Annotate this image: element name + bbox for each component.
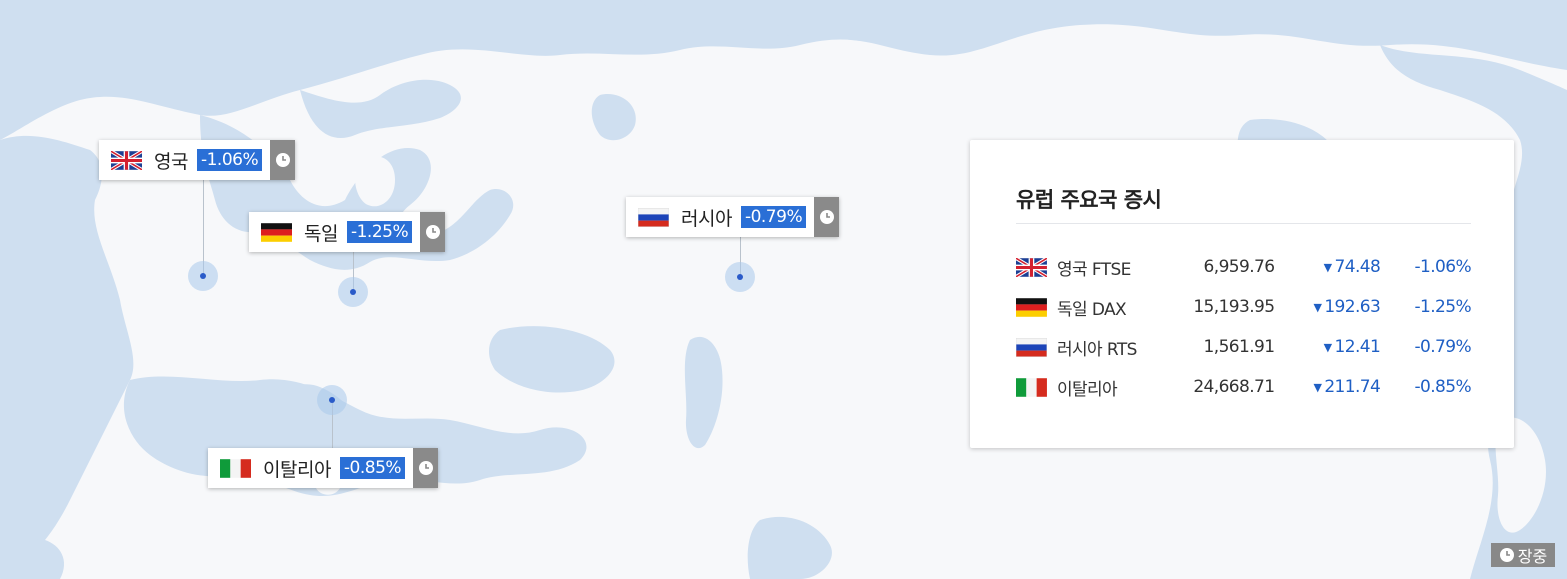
panel-title: 유럽 주요국 증시 [1016,188,1162,212]
russia-market-tag[interactable]: 러시아 -0.79% [626,197,840,237]
uk-market-pct: -1.06% [196,149,263,171]
index-value: 15,193.95 [1193,297,1275,317]
index-name: 영국 FTSE [1056,259,1131,280]
index-row-russia[interactable]: 러시아 RTS 1,561.91 ▼ 12.41 -0.79% [1016,332,1472,362]
germany-flag-icon [1016,297,1047,317]
europe-indices-panel: 유럽 주요국 증시 영국 FTSE 6,959.76 ▼ 74.48 -1.06%… [970,140,1514,448]
russia-flag-icon [638,207,669,227]
index-value: 24,668.71 [1193,377,1275,397]
italy-market-tag[interactable]: 이탈리아 -0.85% [208,448,439,488]
index-pct: -1.25% [1414,297,1472,317]
index-change-value: 211.74 [1324,377,1381,397]
clock-icon [425,225,440,239]
index-value: 6,959.76 [1203,257,1276,277]
index-change-value: 12.41 [1334,337,1381,357]
clock-icon [819,210,834,224]
russia-market-name: 러시아 [681,207,732,230]
italy-clock-icon[interactable] [413,448,439,488]
market-status-label: 장중 [1517,547,1548,566]
index-value: 1,561.91 [1203,337,1276,357]
down-arrow-icon: ▼ [1323,260,1332,274]
index-name: 독일 DAX [1056,299,1127,320]
italy-flag-icon [1016,377,1047,397]
index-row-germany[interactable]: 독일 DAX 15,193.95 ▼ 192.63 -1.25% [1016,292,1472,322]
italy-market-name: 이탈리아 [263,458,331,481]
index-change: ▼ 74.48 [1274,257,1381,277]
down-arrow-icon: ▼ [1323,340,1332,354]
clock-icon [275,153,290,167]
italy-flag-icon [220,458,251,478]
uk-location-dot[interactable] [200,273,206,279]
down-arrow-icon: ▼ [1313,300,1322,314]
italy-location-dot[interactable] [329,397,335,403]
index-change: ▼ 12.41 [1274,337,1381,357]
germany-clock-icon[interactable] [420,212,446,252]
italy-market-pct: -0.85% [339,457,406,479]
uk-flag-icon [1016,257,1047,277]
uk-flag-icon [111,150,142,170]
russia-location-dot[interactable] [737,274,743,280]
russia-clock-icon[interactable] [814,197,840,237]
germany-flag-icon [261,222,292,242]
down-arrow-icon: ▼ [1313,380,1322,394]
index-change: ▼ 192.63 [1274,297,1380,317]
index-pct: -0.85% [1414,377,1472,397]
clock-icon [418,461,433,475]
index-pct: -1.06% [1414,257,1472,277]
index-row-uk[interactable]: 영국 FTSE 6,959.76 ▼ 74.48 -1.06% [1016,252,1472,282]
germany-market-name: 독일 [304,222,338,245]
index-pct: -0.79% [1414,337,1472,357]
clock-icon [1499,548,1514,562]
russia-market-pct: -0.79% [740,206,807,228]
uk-market-tag[interactable]: 영국 -1.06% [99,140,296,180]
russia-flag-icon [1016,337,1047,357]
uk-clock-icon[interactable] [270,140,296,180]
germany-location-dot[interactable] [350,289,356,295]
germany-market-tag[interactable]: 독일 -1.25% [249,212,446,252]
germany-market-pct: -1.25% [346,221,413,243]
index-change-value: 192.63 [1324,297,1381,317]
index-name: 러시아 RTS [1056,339,1137,360]
panel-divider [1016,223,1471,224]
uk-market-name: 영국 [154,150,188,173]
market-status-badge: 장중 [1491,543,1555,567]
index-change-value: 74.48 [1334,257,1381,277]
index-row-italy[interactable]: 이탈리아 24,668.71 ▼ 211.74 -0.85% [1016,372,1472,402]
index-name: 이탈리아 [1056,379,1118,400]
index-change: ▼ 211.74 [1274,377,1380,397]
